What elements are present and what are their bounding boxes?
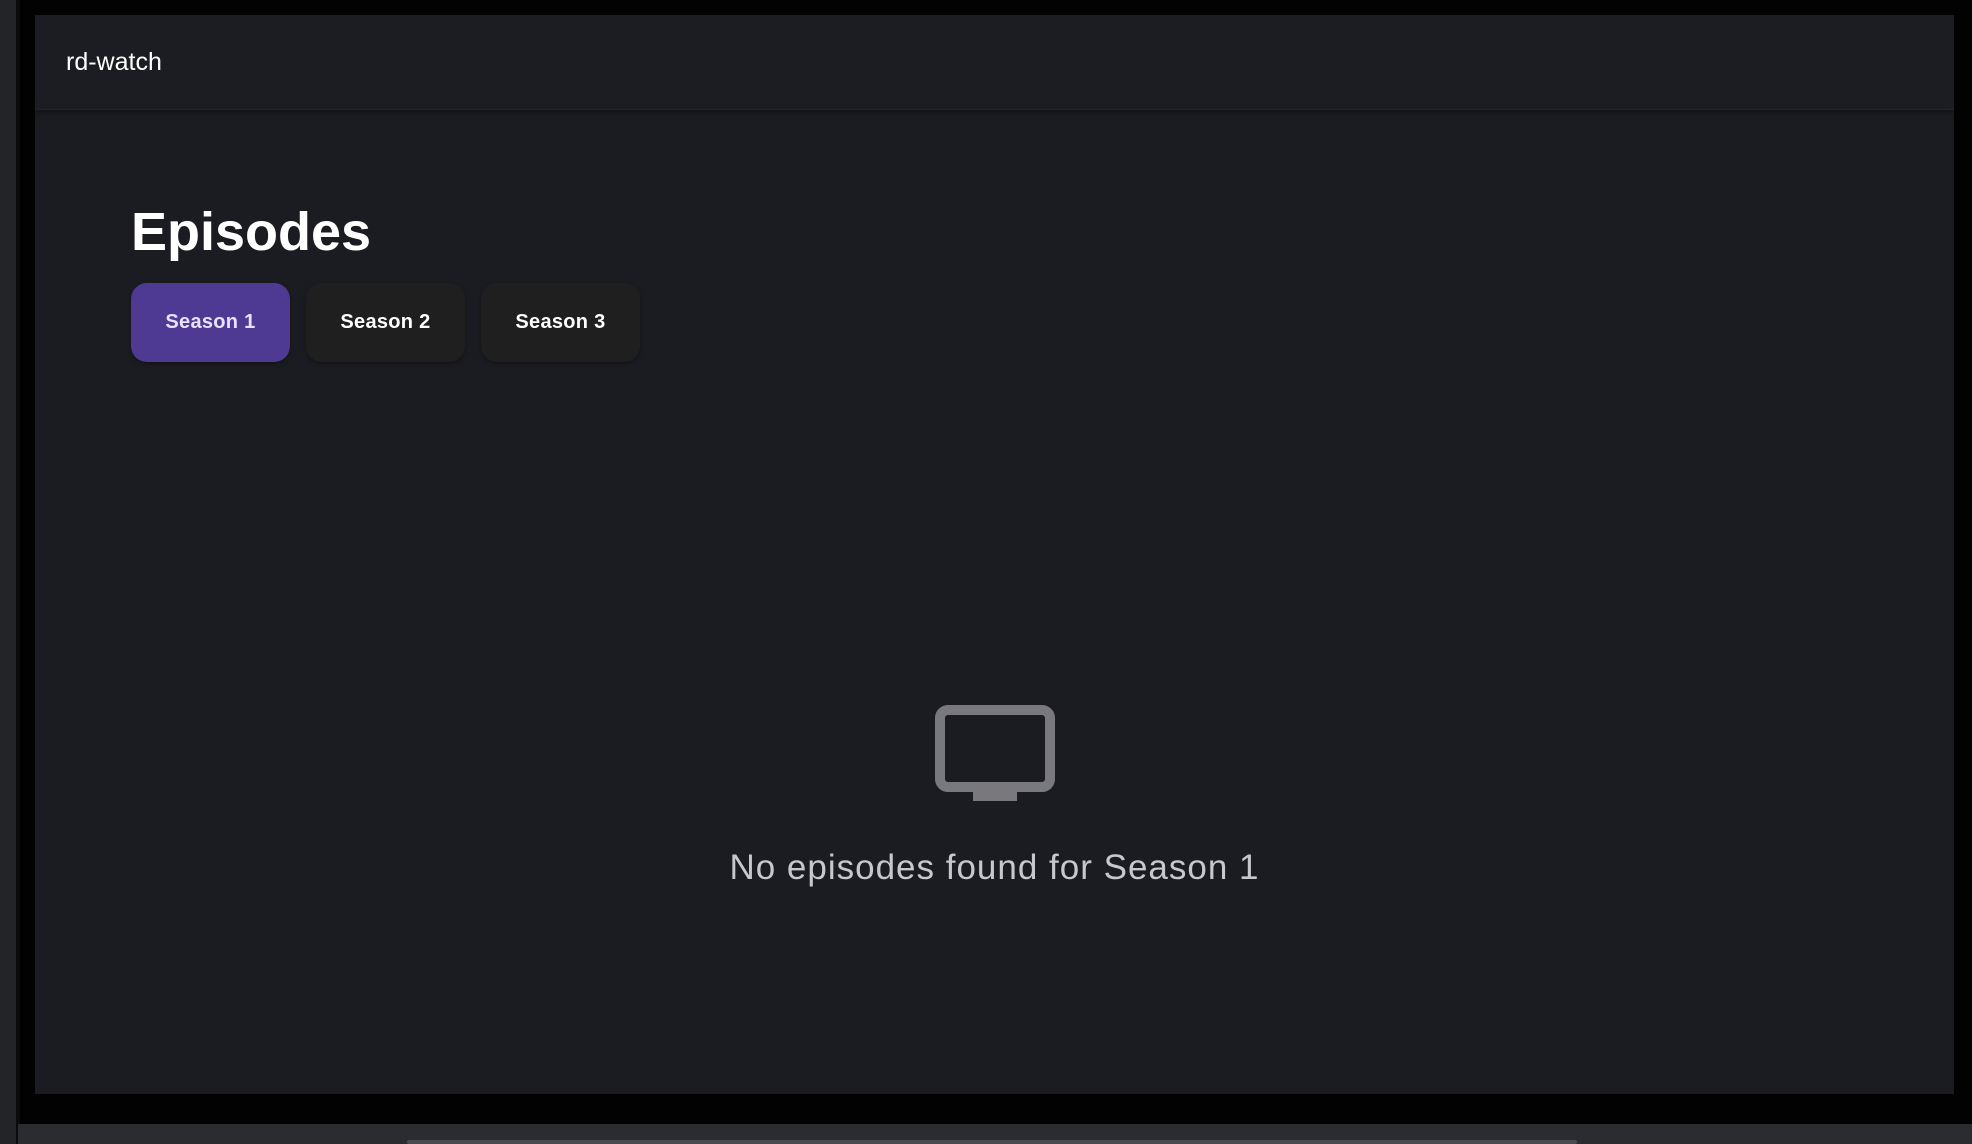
left-window-border (16, 0, 20, 1144)
top-app-bar: rd-watch (35, 15, 1954, 110)
page-title: Episodes (131, 202, 372, 262)
tv-icon (934, 705, 1055, 801)
empty-state-message: No episodes found for Season 1 (729, 848, 1260, 887)
empty-state: No episodes found for Season 1 (35, 705, 1954, 888)
screen-frame: rd-watch Episodes Season 1 Season 2 Seas… (0, 0, 1972, 1144)
season-tabs: Season 1 Season 2 Season 3 (131, 283, 640, 362)
tab-season-2[interactable]: Season 2 (306, 283, 465, 362)
horizontal-scrollbar[interactable] (407, 1140, 1577, 1144)
app-brand[interactable]: rd-watch (66, 47, 162, 77)
tab-season-1[interactable]: Season 1 (131, 283, 290, 362)
tab-season-3[interactable]: Season 3 (481, 283, 640, 362)
app-window: rd-watch Episodes Season 1 Season 2 Seas… (35, 15, 1954, 1094)
